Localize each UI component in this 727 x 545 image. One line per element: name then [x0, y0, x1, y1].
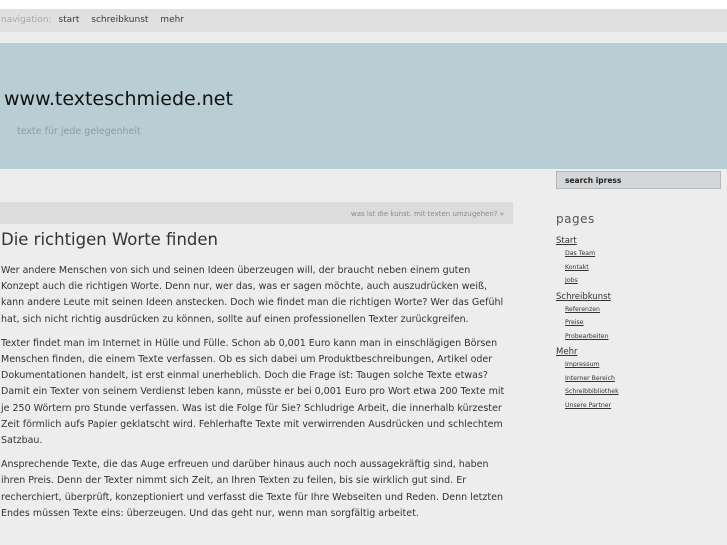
top-strip — [0, 0, 727, 9]
page: navigation: start schreibkunst mehr www.… — [0, 0, 727, 545]
navigation-bar: navigation: start schreibkunst mehr — [0, 9, 727, 32]
sidebar-item-mehr[interactable]: Mehr — [556, 347, 721, 358]
nav-link-start[interactable]: start — [58, 15, 79, 25]
site-tagline: texte für jede gelegenheit — [17, 126, 141, 137]
sidebar-title: pages — [556, 212, 595, 226]
search-input[interactable]: search ipress — [556, 171, 721, 189]
sidebar-item-referenzen[interactable]: Referenzen — [565, 303, 721, 317]
sidebar-item-schreibkunst[interactable]: Schreibkunst — [556, 292, 721, 303]
sidebar-item-start[interactable]: Start — [556, 236, 721, 247]
sidebar-item-jobs[interactable]: Jobs — [565, 274, 721, 288]
sidebar-item-probearbeiten[interactable]: Probearbeiten — [565, 330, 721, 344]
site-header: www.texteschmiede.net texte für jede gel… — [0, 43, 727, 169]
sidebar: pages Start Das Team Kontakt Jobs Schrei… — [556, 212, 721, 416]
nav-gap — [0, 32, 727, 43]
sidebar-group-start: Start Das Team Kontakt Jobs — [556, 236, 721, 288]
sidebar-item-schreibbibliothek[interactable]: Schreibbibliothek — [565, 385, 721, 399]
article-info-bar: was ist die kunst. mit texten umzugehen?… — [0, 202, 513, 224]
sidebar-item-kontakt[interactable]: Kontakt — [565, 261, 721, 275]
sidebar-item-unsere-partner[interactable]: Unsere Partner — [565, 399, 721, 413]
article-body: Wer andere Menschen von sich und seinen … — [1, 263, 511, 530]
nav-label: navigation: — [1, 15, 52, 25]
article-title: Die richtigen Worte finden — [1, 230, 218, 249]
sidebar-item-impressum[interactable]: Impressum — [565, 358, 721, 372]
site-title[interactable]: www.texteschmiede.net — [4, 88, 233, 110]
sidebar-item-preise[interactable]: Preise — [565, 316, 721, 330]
article-intro-link[interactable]: was ist die kunst. mit texten umzugehen?… — [351, 210, 504, 218]
article-paragraph: Ansprechende Texte, die das Auge erfreue… — [1, 459, 503, 519]
article-paragraph: Wer andere Menschen von sich und seinen … — [1, 265, 504, 325]
sidebar-item-das-team[interactable]: Das Team — [565, 247, 721, 261]
nav-link-mehr[interactable]: mehr — [160, 15, 184, 25]
sidebar-group-mehr: Mehr Impressum Interner Bereich Schreibb… — [556, 347, 721, 412]
sidebar-item-interner-bereich[interactable]: Interner Bereich — [565, 372, 721, 386]
sidebar-group-schreibkunst: Schreibkunst Referenzen Preise Probearbe… — [556, 292, 721, 344]
nav-link-schreibkunst[interactable]: schreibkunst — [91, 15, 148, 25]
article-paragraph: Texter findet man im Internet in Hülle u… — [1, 337, 505, 447]
